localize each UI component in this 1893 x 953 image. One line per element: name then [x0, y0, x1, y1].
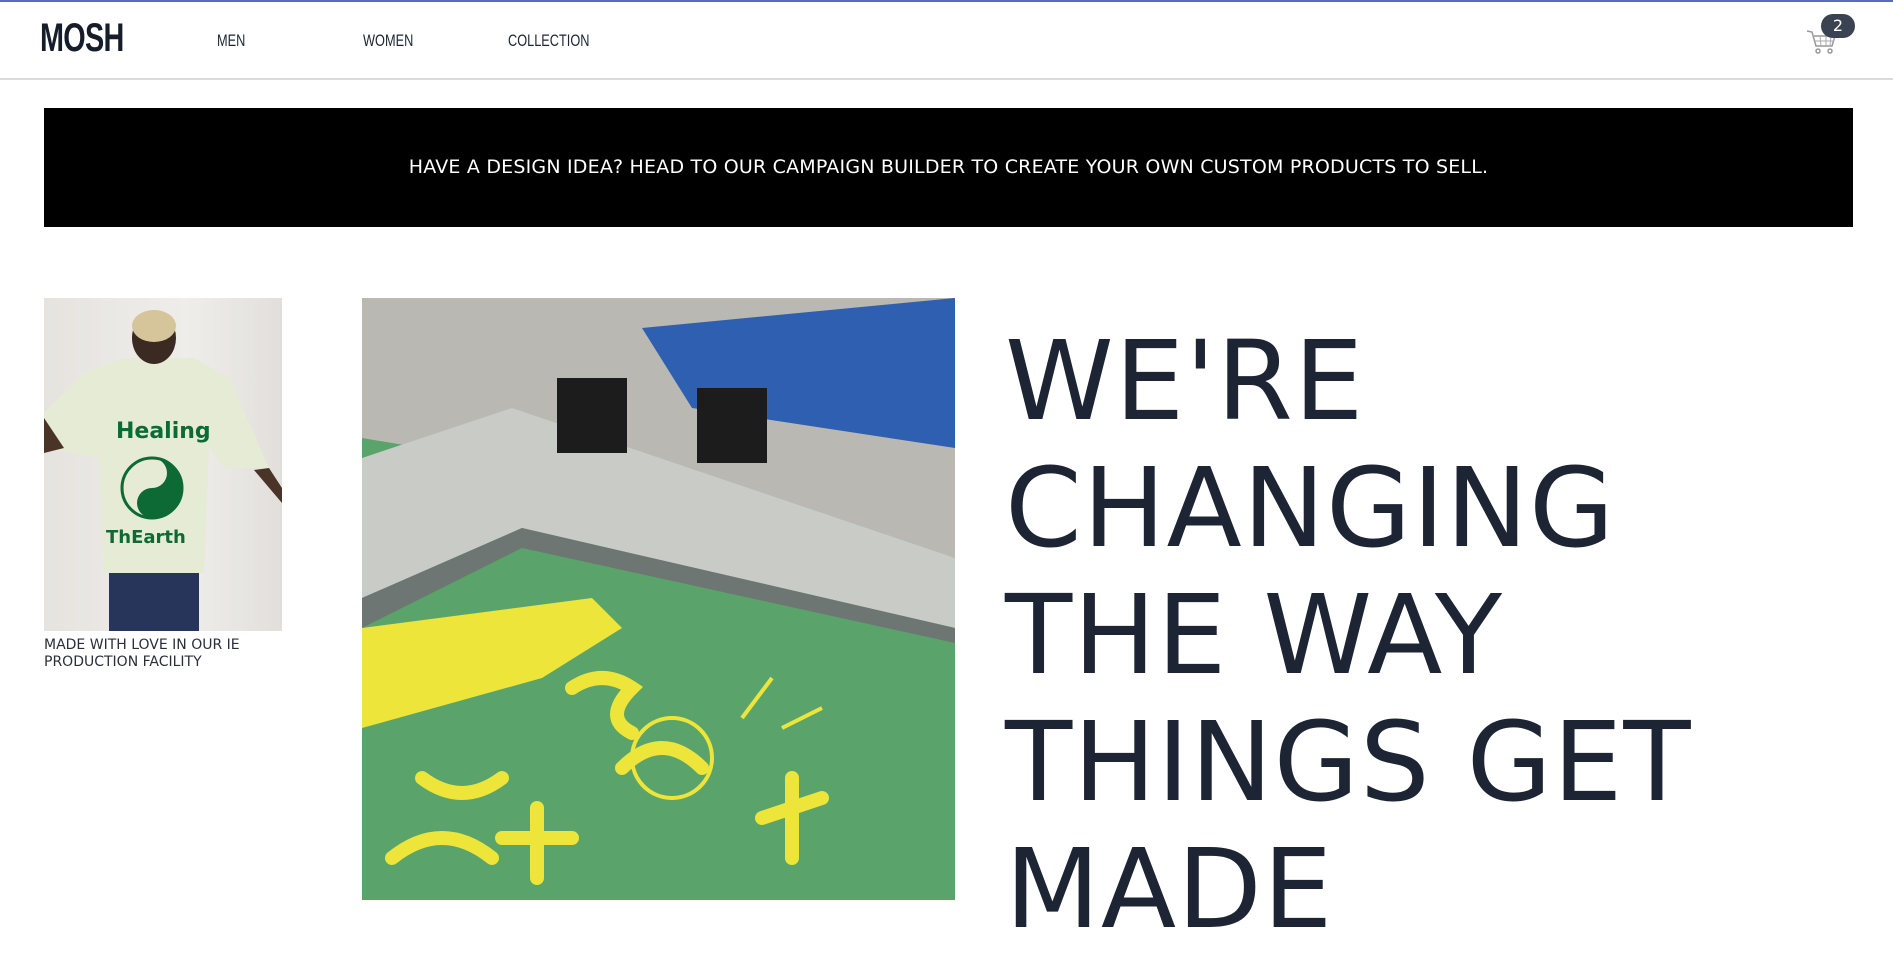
hero-heading-line: THINGS GET — [1005, 698, 1692, 826]
nav-collection[interactable]: COLLECTION — [508, 31, 589, 51]
site-header: MOSH MEN WOMEN COLLECTION 2 — [0, 2, 1893, 80]
hero-heading-line: THE WAY — [1005, 571, 1504, 699]
nav-women[interactable]: WOMEN — [363, 31, 413, 51]
hero-heading-line: WE'RE — [1005, 317, 1365, 445]
hero-heading-line: CHANGING — [1005, 444, 1616, 572]
svg-text:ThEarth: ThEarth — [106, 527, 186, 548]
promo-banner[interactable]: HAVE A DESIGN IDEA? HEAD TO OUR CAMPAIGN… — [44, 108, 1853, 227]
promo-banner-text: HAVE A DESIGN IDEA? HEAD TO OUR CAMPAIGN… — [408, 156, 1489, 178]
hero-heading: WE'RE CHANGING THE WAY THINGS GET MADE — [1005, 318, 1692, 953]
logo[interactable]: MOSH — [40, 16, 124, 61]
cart-count-badge: 2 — [1821, 14, 1855, 38]
image-caption: MADE WITH LOVE IN OUR IE PRODUCTION FACI… — [44, 637, 240, 670]
screen-printing-image — [362, 298, 955, 900]
tshirt-model-image: Healing ThEarth — [44, 298, 282, 631]
nav-men[interactable]: MEN — [217, 31, 245, 51]
svg-text:Healing: Healing — [116, 419, 211, 444]
hero-heading-line: MADE — [1005, 825, 1334, 953]
